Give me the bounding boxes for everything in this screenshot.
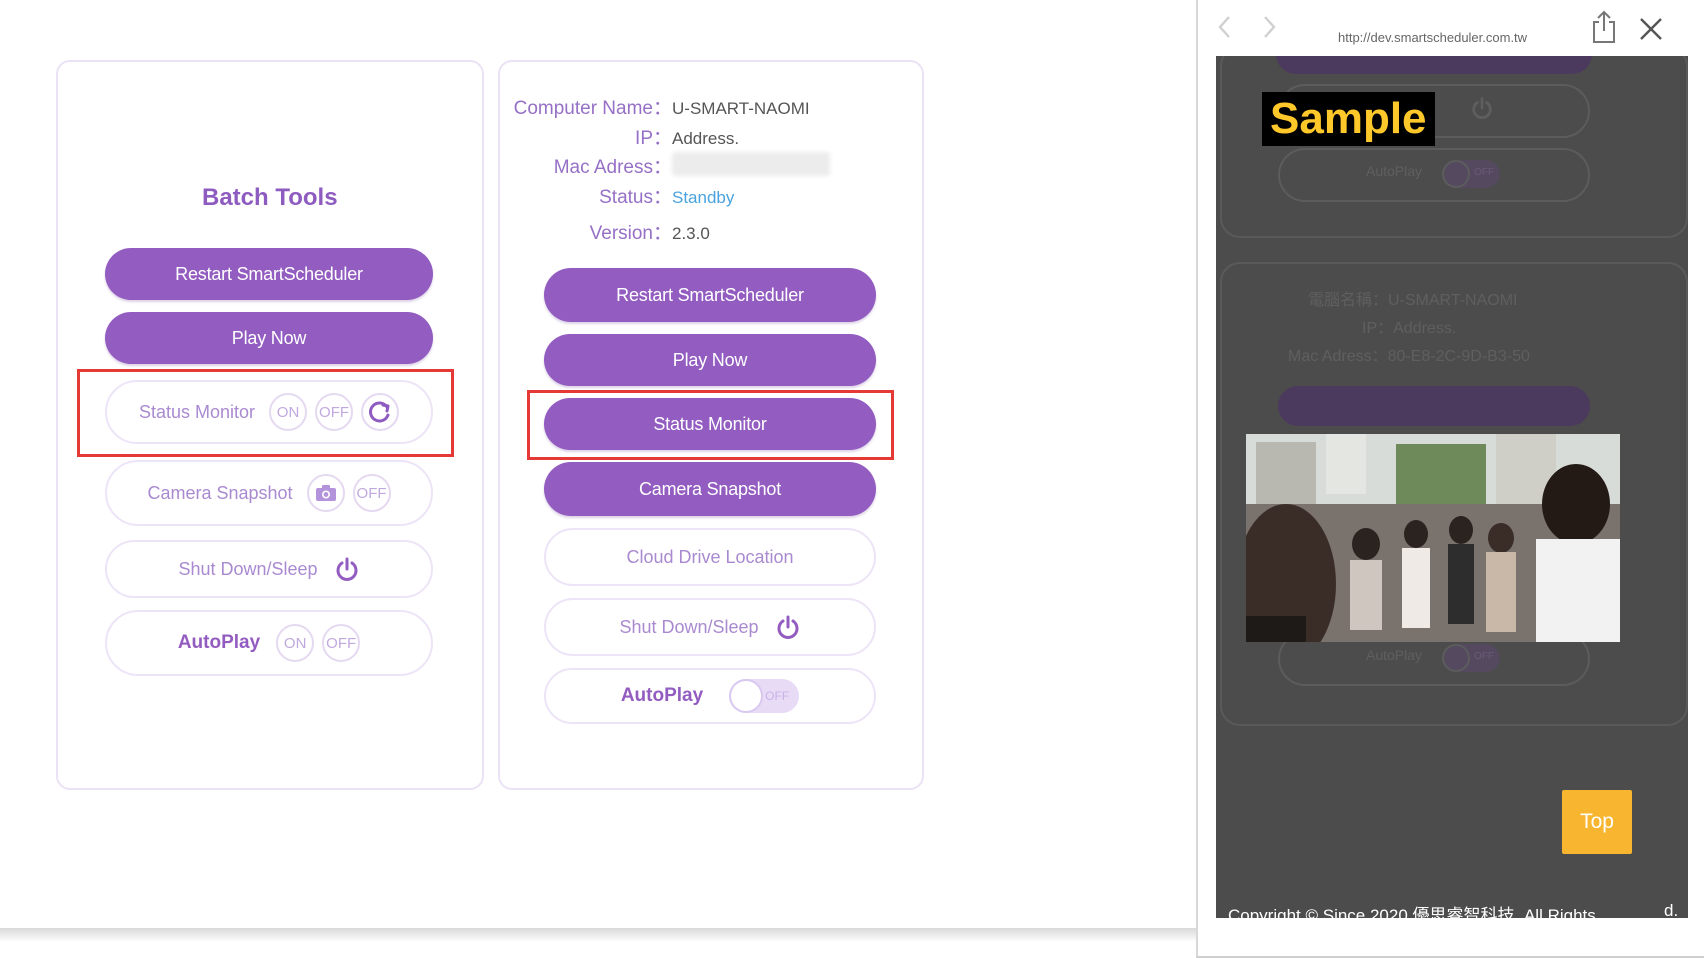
info-key: Status：	[599, 187, 672, 208]
autoplay-control: AutoPlay ON OFF	[105, 610, 433, 676]
status-value: Standby	[672, 188, 735, 207]
mac-address-blurred	[672, 152, 830, 176]
status-monitor-highlight-middle	[527, 390, 894, 460]
copyright-main: Copyright © Since 2020 優思睿智科技. All Right…	[1228, 906, 1596, 918]
ghost-ip: IP：Address.	[1362, 320, 1457, 337]
autoplay-label: AutoPlay	[620, 685, 704, 706]
url-text: http://dev.smartscheduler.com.tw	[1338, 30, 1528, 45]
autoplay-off-button[interactable]: OFF	[322, 624, 361, 662]
autoplay-on-button[interactable]: ON	[276, 624, 315, 662]
ghost-autoplay-pill	[1278, 148, 1590, 202]
toggle-knob	[729, 679, 764, 713]
info-value: U-SMART-NAOMI	[672, 99, 810, 118]
ghost-toggle: OFF	[1442, 160, 1500, 188]
share-icon[interactable]	[1590, 10, 1618, 49]
version-row: Version：2.3.0	[510, 218, 710, 245]
info-key: Computer Name：	[513, 98, 672, 119]
toggle-state-label: OFF	[765, 689, 790, 703]
info-value: Address.	[672, 129, 740, 148]
mobile-browser-frame: http://dev.smartscheduler.com.tw AutoPla…	[1196, 0, 1704, 958]
cloud-drive-location-button[interactable]: Cloud Drive Location	[544, 528, 876, 586]
autoplay-label: AutoPlay	[177, 632, 261, 653]
camera-snapshot-off-button[interactable]: OFF	[352, 474, 391, 512]
ghost-toggle-label: OFF	[1474, 167, 1494, 178]
camera-snapshot-image[interactable]	[1246, 434, 1620, 642]
mobile-toolbar: http://dev.smartscheduler.com.tw	[1198, 0, 1704, 56]
ghost-computer-name: 電腦名稱：U-SMART-NAOMI	[1308, 292, 1518, 309]
shutdown-sleep-button[interactable]: Shut Down/Sleep	[105, 540, 433, 598]
autoplay-toggle[interactable]: OFF	[729, 679, 800, 713]
ip-row: IP：Address.	[510, 123, 739, 150]
street-crowd-photo	[1246, 434, 1620, 642]
mobile-page-overlay: AutoPlay OFF 電腦名稱：U-SMART-NAOMI IP：Addre…	[1216, 56, 1688, 918]
copyright-text: Copyright © Since 2020 優思睿智科技. All Right…	[1228, 901, 1678, 918]
camera-snapshot-label: Camera Snapshot	[147, 482, 293, 503]
info-key: Mac Adress：	[553, 157, 672, 178]
ghost-autoplay-label: AutoPlay	[1366, 163, 1423, 179]
camera-icon[interactable]	[306, 474, 345, 512]
ghost-autoplay-label: AutoPlay	[1366, 647, 1423, 663]
batch-tools-title: Batch Tools	[202, 184, 338, 211]
ghost-toggle-knob	[1442, 644, 1470, 672]
info-key: IP：	[635, 128, 672, 149]
ghost-toggle: OFF	[1442, 644, 1500, 672]
status-row: Status：Standby	[510, 182, 734, 209]
close-icon[interactable]	[1638, 16, 1664, 47]
forward-icon[interactable]	[1260, 14, 1278, 45]
shutdown-sleep-button[interactable]: Shut Down/Sleep	[544, 598, 876, 656]
camera-snapshot-control: Camera Snapshot OFF	[105, 460, 433, 526]
back-icon[interactable]	[1216, 14, 1234, 45]
mac-address-row: Mac Adress：	[510, 152, 672, 179]
camera-snapshot-button[interactable]: Camera Snapshot	[544, 462, 876, 516]
ghost-toggle-label: OFF	[1474, 651, 1494, 662]
info-value: 2.3.0	[672, 224, 710, 243]
status-monitor-highlight-left	[77, 369, 454, 457]
page-shadow	[0, 928, 1200, 942]
back-to-top-button[interactable]: Top	[1562, 790, 1632, 854]
computer-name-row: Computer Name：U-SMART-NAOMI	[510, 93, 810, 120]
play-now-button[interactable]: Play Now	[544, 334, 876, 386]
restart-smartscheduler-button[interactable]: Restart SmartScheduler	[544, 268, 876, 322]
autoplay-control: AutoPlay OFF	[544, 668, 876, 724]
info-key: Version：	[589, 223, 672, 244]
shutdown-sleep-label: Shut Down/Sleep	[619, 616, 759, 637]
power-icon	[775, 614, 801, 640]
play-now-button[interactable]: Play Now	[105, 312, 433, 364]
ghost-solid-button	[1278, 386, 1590, 426]
shutdown-sleep-label: Shut Down/Sleep	[178, 558, 318, 579]
restart-smartscheduler-button[interactable]: Restart SmartScheduler	[105, 248, 433, 300]
power-icon	[334, 556, 360, 582]
ghost-toggle-knob	[1442, 160, 1470, 188]
sample-label: Sample	[1262, 92, 1435, 146]
copyright-tail: d.	[1664, 901, 1679, 918]
ghost-mac: Mac Adress：80-E8-2C-9D-B3-50	[1288, 348, 1530, 365]
ghost-power-icon	[1470, 96, 1494, 125]
